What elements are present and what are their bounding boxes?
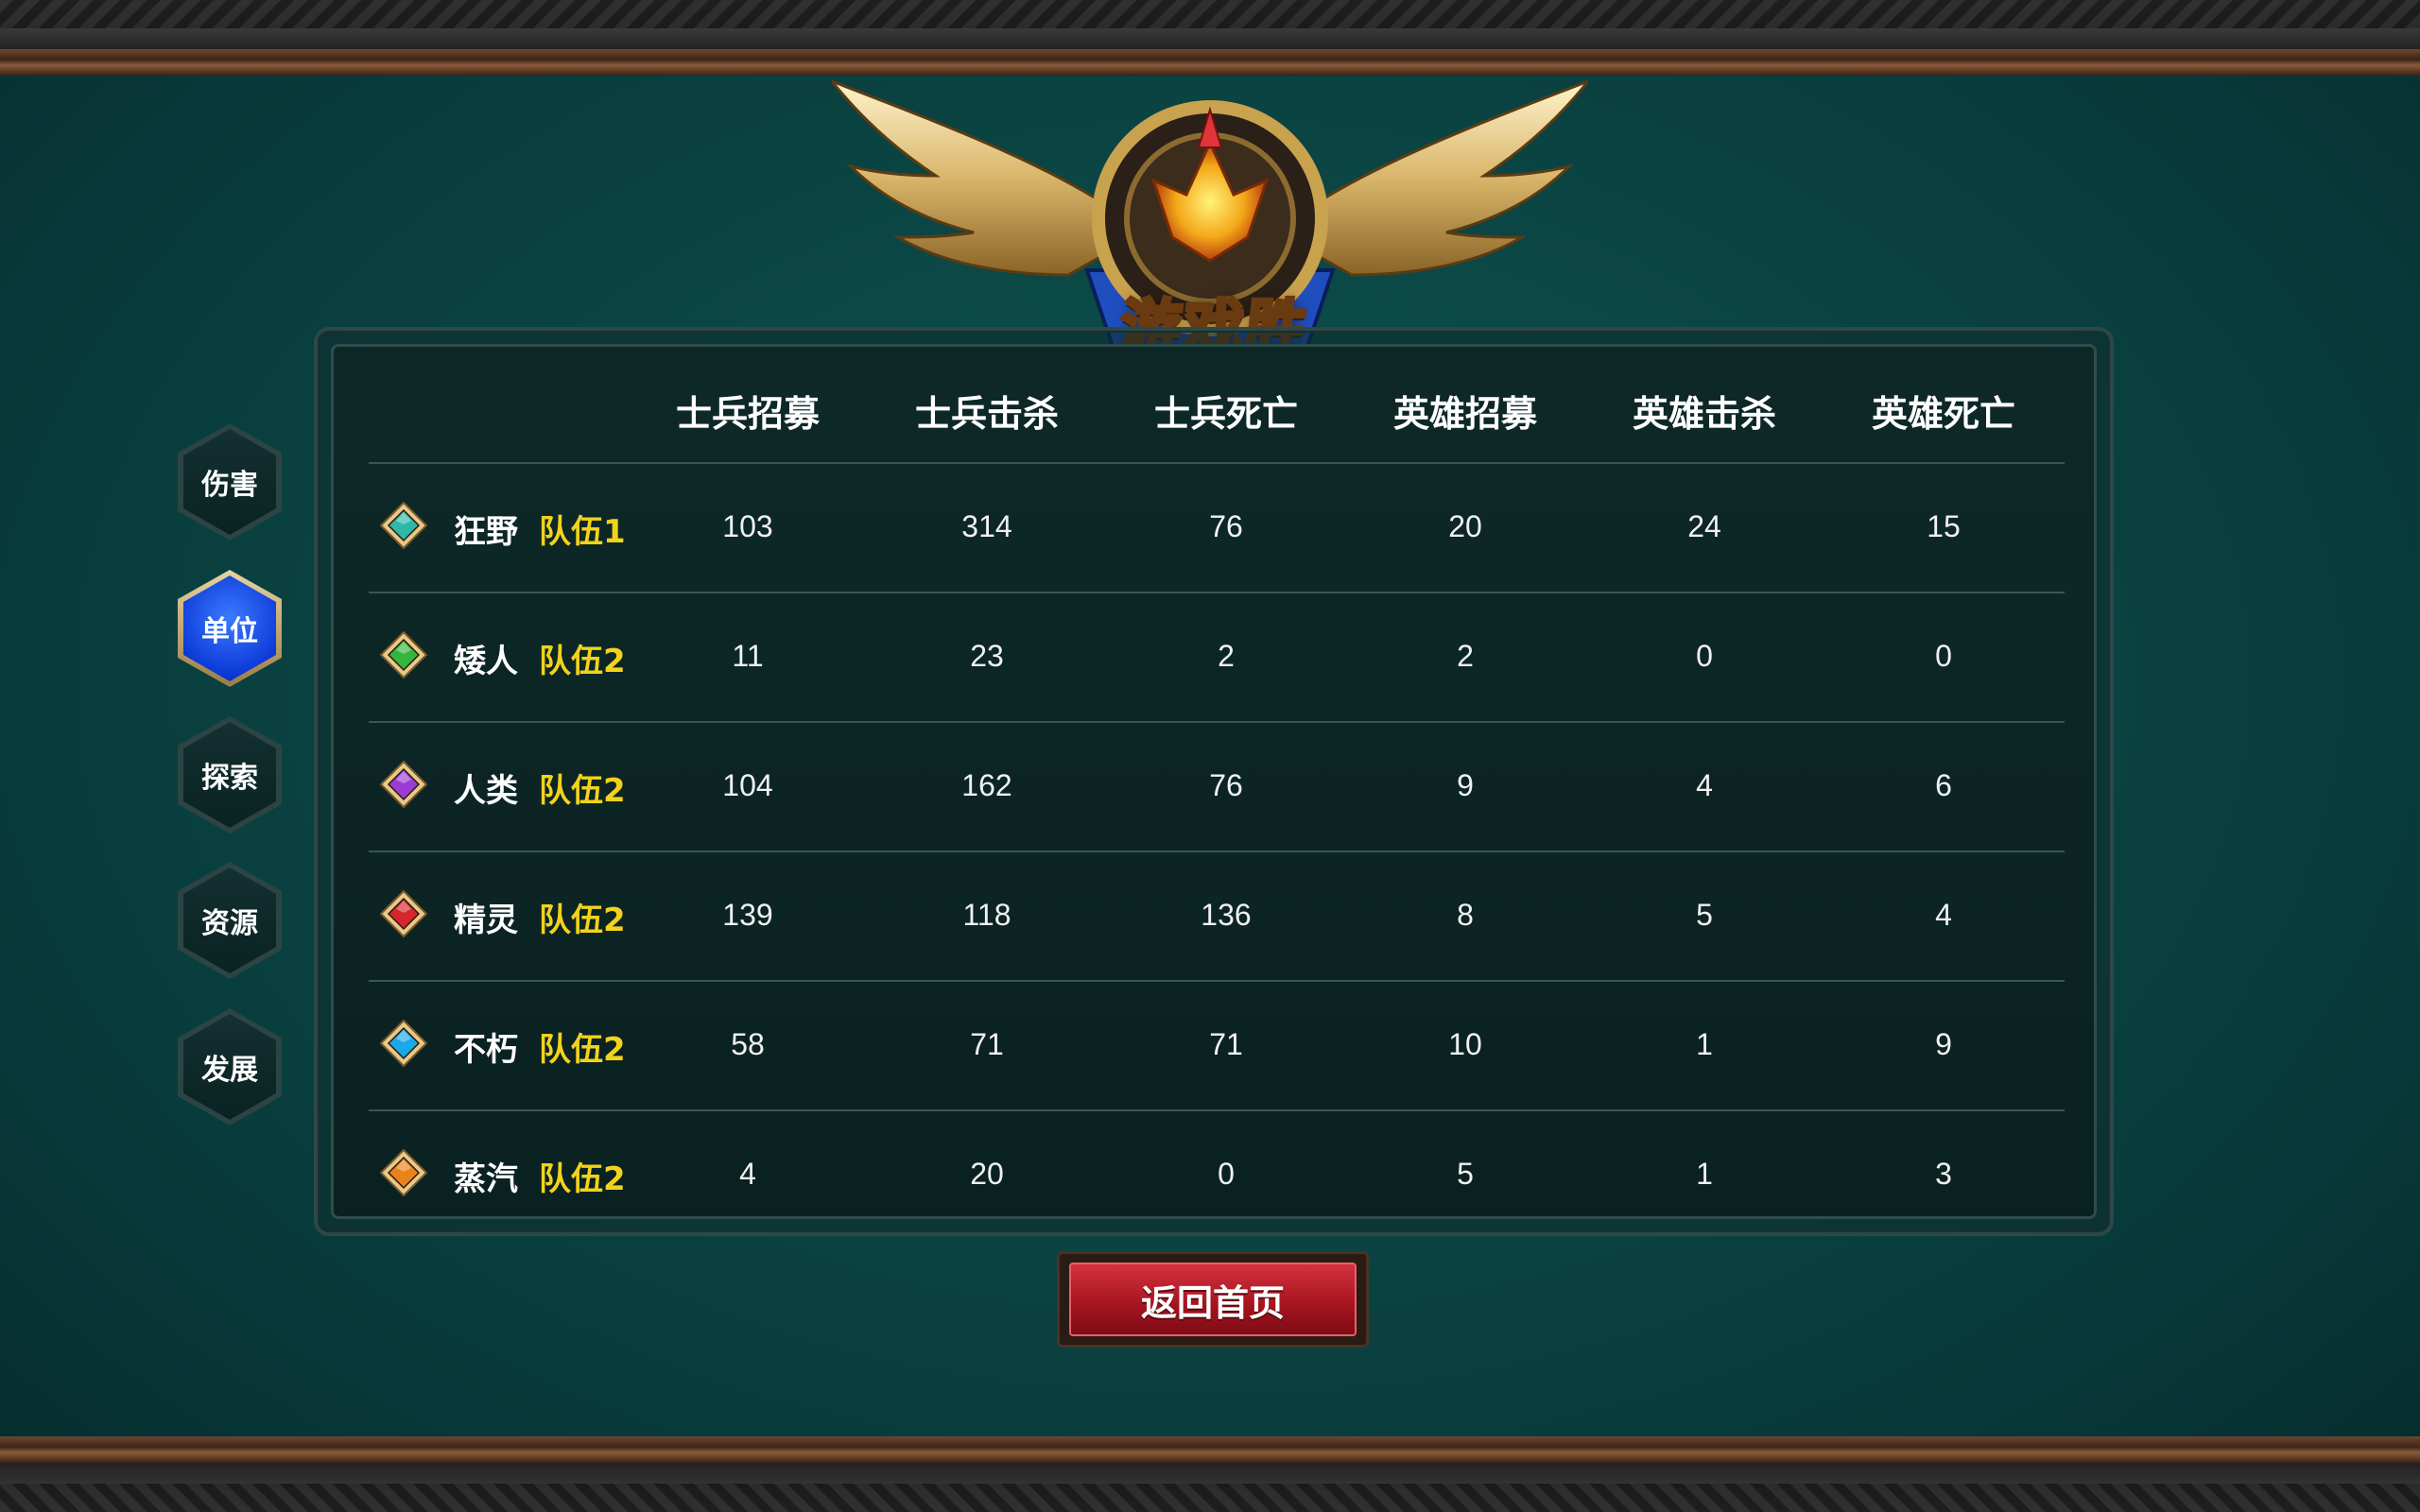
table-row: 精灵 队伍2 139 118 136 8 5 4 (369, 850, 2065, 980)
tab-resources-label: 资源 (183, 868, 276, 973)
race-gem-icon (379, 760, 428, 809)
stat-cell: 4 (1696, 768, 1713, 802)
race-gem-icon (379, 501, 428, 550)
stat-cell: 15 (1927, 509, 1961, 543)
stat-cell: 5 (1696, 898, 1713, 932)
stat-cell: 0 (1935, 639, 1952, 673)
stat-cell: 11 (732, 639, 764, 673)
stat-cell: 314 (961, 509, 1012, 543)
stat-cell: 24 (1687, 509, 1721, 543)
tab-exploration[interactable]: 探索 (178, 716, 282, 833)
tab-units-label: 单位 (183, 576, 276, 681)
stat-cell: 8 (1457, 898, 1474, 932)
stat-cell: 9 (1935, 1027, 1952, 1061)
stat-cell: 3 (1935, 1157, 1952, 1191)
race-name: 不朽 (454, 1031, 518, 1069)
team-label: 队伍1 (539, 513, 626, 551)
stat-cell: 136 (1201, 898, 1252, 932)
stat-cell: 139 (722, 898, 773, 932)
table-header-row: 士兵招募 士兵击杀 士兵死亡 英雄招募 英雄击杀 英雄死亡 (334, 385, 2094, 441)
return-home-button[interactable]: 返回首页 (1057, 1251, 1369, 1348)
tab-damage-label: 伤害 (183, 429, 276, 535)
top-border-rail (0, 0, 2420, 76)
stat-cell: 103 (722, 509, 773, 543)
tab-units[interactable]: 单位 (178, 570, 282, 687)
stat-cell: 1 (1696, 1027, 1713, 1061)
stat-cell: 2 (1218, 639, 1235, 673)
tab-exploration-label: 探索 (183, 722, 276, 828)
table-body: 狂野 队伍1 103 314 76 20 24 15 矮人 队伍2 11 23 2 2 0 0 人类 队伍2 104… (369, 462, 2065, 1239)
unit-stats-panel: 士兵招募 士兵击杀 士兵死亡 英雄招募 英雄击杀 英雄死亡 狂野 队伍1 103 31… (314, 327, 2114, 1236)
stat-cell: 20 (1448, 509, 1482, 543)
race-name: 蒸汽 (454, 1160, 518, 1198)
stat-cell: 71 (1209, 1027, 1243, 1061)
return-home-label: 返回首页 (1069, 1263, 1357, 1336)
race-name: 人类 (454, 772, 518, 810)
stat-cell: 4 (739, 1157, 756, 1191)
tab-damage[interactable]: 伤害 (178, 423, 282, 541)
tab-development[interactable]: 发展 (178, 1008, 282, 1125)
stat-cell: 104 (722, 768, 773, 802)
stat-cell: 162 (961, 768, 1012, 802)
tab-development-label: 发展 (183, 1014, 276, 1120)
tab-resources[interactable]: 资源 (178, 862, 282, 979)
column-header: 士兵死亡 (1153, 393, 1298, 435)
race-gem-icon (379, 1019, 428, 1068)
stat-cell: 58 (731, 1027, 765, 1061)
unit-stats-table: 士兵招募 士兵击杀 士兵死亡 英雄招募 英雄击杀 英雄死亡 狂野 队伍1 103 31… (331, 344, 2097, 1219)
stat-cell: 23 (970, 639, 1004, 673)
team-label: 队伍2 (539, 902, 626, 939)
race-name: 狂野 (454, 513, 518, 551)
table-row: 不朽 队伍2 58 71 71 10 1 9 (369, 980, 2065, 1109)
stat-cell: 6 (1935, 768, 1952, 802)
team-label: 队伍2 (539, 1031, 626, 1069)
team-label: 队伍2 (539, 1160, 626, 1198)
column-header: 英雄击杀 (1632, 393, 1776, 435)
stat-cell: 10 (1448, 1027, 1482, 1061)
race-gem-icon (379, 1148, 428, 1197)
column-header: 英雄招募 (1392, 393, 1537, 435)
column-header: 士兵击杀 (914, 393, 1059, 435)
race-gem-icon (379, 889, 428, 938)
stat-cell: 0 (1218, 1157, 1235, 1191)
table-row: 人类 队伍2 104 162 76 9 4 6 (369, 721, 2065, 850)
stat-cell: 71 (970, 1027, 1004, 1061)
stat-cell: 4 (1935, 898, 1952, 932)
table-row: 蒸汽 队伍2 4 20 0 5 1 3 (369, 1109, 2065, 1239)
stat-cell: 20 (970, 1157, 1004, 1191)
stat-cell: 5 (1457, 1157, 1474, 1191)
stat-cell: 9 (1457, 768, 1474, 802)
stat-cell: 1 (1696, 1157, 1713, 1191)
bottom-border-rail (0, 1436, 2420, 1512)
stat-cell: 118 (962, 898, 1011, 932)
table-row: 矮人 队伍2 11 23 2 2 0 0 (369, 592, 2065, 721)
race-gem-icon (379, 630, 428, 679)
stat-cell: 2 (1457, 639, 1474, 673)
column-header: 英雄死亡 (1871, 393, 2015, 435)
stat-cell: 76 (1209, 509, 1243, 543)
column-header: 士兵招募 (675, 393, 820, 435)
stat-cell: 0 (1696, 639, 1713, 673)
stat-cell: 76 (1209, 768, 1243, 802)
team-label: 队伍2 (539, 772, 626, 810)
race-name: 矮人 (454, 643, 518, 680)
table-row: 狂野 队伍1 103 314 76 20 24 15 (369, 462, 2065, 592)
race-name: 精灵 (454, 902, 518, 939)
team-label: 队伍2 (539, 643, 626, 680)
